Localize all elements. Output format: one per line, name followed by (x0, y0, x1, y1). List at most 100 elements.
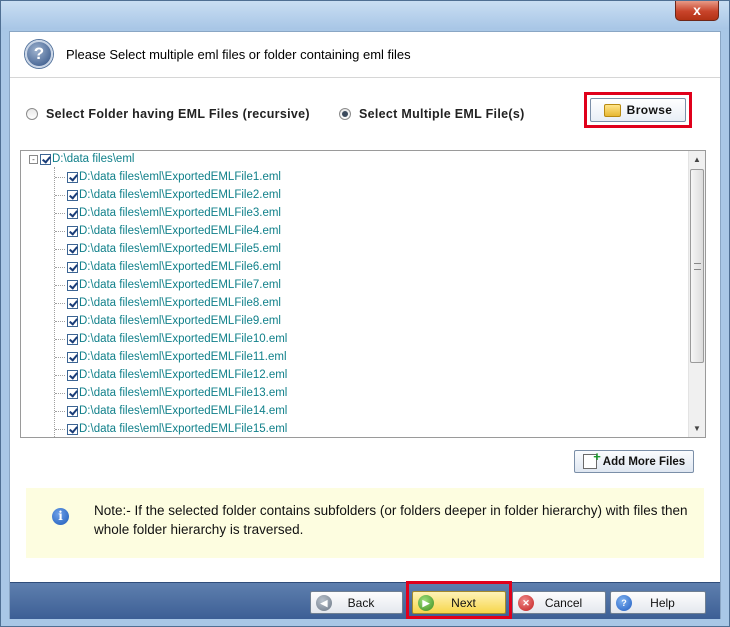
tree-file-checkbox[interactable] (67, 279, 78, 291)
tree-file-node[interactable]: D:\data files\eml\ExportedEMLFile1.eml (55, 168, 281, 186)
tree-connector (55, 194, 65, 196)
tree-file-node[interactable]: D:\data files\eml\ExportedEMLFile9.eml (55, 312, 281, 330)
tree-file-checkbox[interactable] (67, 423, 78, 435)
tree-file-node[interactable]: D:\data files\eml\ExportedEMLFile4.eml (55, 222, 281, 240)
tree-file-label: D:\data files\eml\ExportedEMLFile8.eml (79, 297, 281, 309)
title-bar: x (1, 1, 729, 29)
folder-open-icon (603, 103, 621, 117)
tree-file-node[interactable]: D:\data files\eml\ExportedEMLFile3.eml (55, 204, 281, 222)
header-instruction: Please Select multiple eml files or fold… (66, 47, 411, 62)
collapse-icon[interactable]: - (29, 154, 38, 164)
scroll-grip-icon (694, 263, 701, 270)
tree-file-node[interactable]: D:\data files\eml\ExportedEMLFile14.eml (55, 402, 287, 420)
cancel-button[interactable]: ✕ Cancel (512, 591, 606, 614)
tree-connector (55, 230, 65, 232)
tree-file-checkbox[interactable] (67, 387, 78, 399)
radio-select-multiple[interactable]: Select Multiple EML File(s) (339, 106, 525, 122)
back-arrow-icon: ◀ (316, 594, 332, 611)
wizard-footer: ◀ Back ▶ Next ✕ Cancel ? Help (10, 582, 720, 619)
tree-file-node[interactable]: D:\data files\eml\ExportedEMLFile7.eml (55, 276, 281, 294)
tree-file-checkbox[interactable] (67, 171, 78, 183)
tree-connector (55, 392, 65, 394)
tree-file-label: D:\data files\eml\ExportedEMLFile7.eml (79, 279, 281, 291)
tree-root-checkbox[interactable] (40, 153, 51, 165)
tree-file-label: D:\data files\eml\ExportedEMLFile14.eml (79, 405, 288, 417)
wizard-window: x ? Please Select multiple eml files or … (0, 0, 730, 627)
back-button-label: Back (347, 595, 375, 610)
close-button[interactable]: x (675, 1, 719, 21)
tree-file-checkbox[interactable] (67, 261, 78, 273)
tree-root-node[interactable]: - D:\data files\eml (29, 151, 135, 168)
tree-connector (55, 374, 65, 376)
tree-root-label: D:\data files\eml (52, 153, 135, 165)
tree-connector (55, 248, 65, 250)
help-circle-icon: ? (25, 40, 53, 68)
info-icon: i (52, 508, 69, 525)
add-more-files-button[interactable]: Add More Files (574, 449, 694, 473)
scroll-down-icon[interactable]: ▼ (689, 420, 705, 437)
tree-file-label: D:\data files\eml\ExportedEMLFile4.eml (79, 225, 281, 237)
tree-file-checkbox[interactable] (67, 297, 78, 309)
tree-file-node[interactable]: D:\data files\eml\ExportedEMLFile5.eml (55, 240, 281, 258)
wizard-client-area: ? Please Select multiple eml files or fo… (9, 31, 721, 619)
tree-connector (55, 302, 65, 304)
scroll-up-icon[interactable]: ▲ (689, 151, 705, 168)
tree-file-node[interactable]: D:\data files\eml\ExportedEMLFile6.eml (55, 258, 281, 276)
wizard-header: ? Please Select multiple eml files or fo… (10, 32, 720, 78)
tree-connector (55, 428, 65, 430)
help-button[interactable]: ? Help (610, 591, 706, 614)
tree-file-checkbox[interactable] (67, 351, 78, 363)
back-button[interactable]: ◀ Back (310, 591, 403, 614)
tree-file-node[interactable]: D:\data files\eml\ExportedEMLFile2.eml (55, 186, 281, 204)
tree-connector (55, 266, 65, 268)
file-tree[interactable]: - D:\data files\eml D:\data files\eml\Ex… (20, 150, 706, 438)
tree-file-checkbox[interactable] (67, 333, 78, 345)
tree-file-node[interactable]: D:\data files\eml\ExportedEMLFile8.eml (55, 294, 281, 312)
tree-file-checkbox[interactable] (67, 243, 78, 255)
tree-file-checkbox[interactable] (67, 405, 78, 417)
browse-button[interactable]: Browse (590, 98, 686, 122)
tree-file-checkbox[interactable] (67, 369, 78, 381)
tree-connector (55, 176, 65, 178)
tree-file-checkbox[interactable] (67, 315, 78, 327)
tree-file-label: D:\data files\eml\ExportedEMLFile11.eml (79, 351, 287, 363)
radio-multiple-indicator[interactable] (339, 108, 351, 120)
radio-folder-label: Select Folder having EML Files (recursiv… (46, 107, 310, 121)
scroll-thumb[interactable] (690, 169, 704, 363)
tree-file-label: D:\data files\eml\ExportedEMLFile1.eml (79, 171, 281, 183)
cancel-button-label: Cancel (544, 595, 583, 610)
note-panel: i Note:- If the selected folder contains… (26, 488, 704, 558)
tree-file-checkbox[interactable] (67, 225, 78, 237)
tree-connector (55, 410, 65, 412)
tree-connector (55, 320, 65, 322)
next-highlight-box (406, 581, 512, 619)
cancel-x-icon: ✕ (518, 594, 534, 611)
tree-file-node[interactable]: D:\data files\eml\ExportedEMLFile15.eml (55, 420, 288, 437)
tree-file-label: D:\data files\eml\ExportedEMLFile12.eml (79, 369, 288, 381)
note-text: Note:- If the selected folder contains s… (94, 503, 688, 537)
add-file-icon (582, 449, 601, 469)
help-button-label: Help (650, 595, 675, 610)
tree-connector (55, 284, 65, 286)
tree-file-node[interactable]: D:\data files\eml\ExportedEMLFile11.eml (55, 348, 287, 366)
add-more-files-label: Add More Files (602, 455, 686, 468)
tree-connector (55, 338, 65, 340)
tree-file-label: D:\data files\eml\ExportedEMLFile15.eml (79, 423, 288, 435)
tree-file-label: D:\data files\eml\ExportedEMLFile6.eml (79, 261, 281, 273)
tree-scrollbar[interactable]: ▲ ▼ (688, 151, 705, 437)
radio-select-folder[interactable]: Select Folder having EML Files (recursiv… (26, 106, 310, 122)
tree-file-label: D:\data files\eml\ExportedEMLFile10.eml (79, 333, 288, 345)
tree-file-label: D:\data files\eml\ExportedEMLFile5.eml (79, 243, 281, 255)
tree-file-label: D:\data files\eml\ExportedEMLFile3.eml (79, 207, 281, 219)
tree-connector (55, 356, 65, 358)
tree-file-checkbox[interactable] (67, 189, 78, 201)
radio-folder-indicator[interactable] (26, 108, 38, 120)
tree-file-node[interactable]: D:\data files\eml\ExportedEMLFile13.eml (55, 384, 287, 402)
tree-file-node[interactable]: D:\data files\eml\ExportedEMLFile12.eml (55, 366, 287, 384)
tree-file-node[interactable]: D:\data files\eml\ExportedEMLFile10.eml (55, 330, 287, 348)
browse-button-label: Browse (626, 103, 673, 117)
radio-multiple-label: Select Multiple EML File(s) (359, 107, 525, 121)
tree-connector (55, 212, 65, 214)
tree-file-checkbox[interactable] (67, 207, 78, 219)
tree-file-label: D:\data files\eml\ExportedEMLFile9.eml (79, 315, 281, 327)
